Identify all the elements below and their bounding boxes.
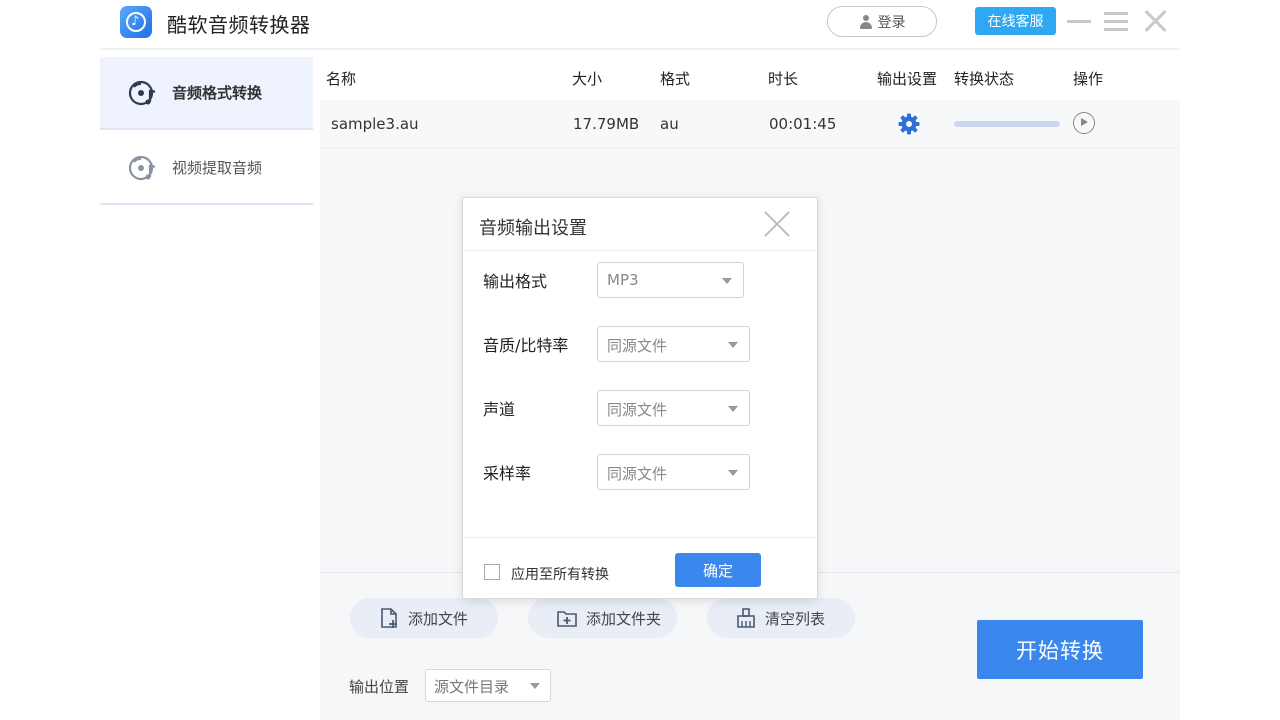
add-file-icon (378, 607, 400, 629)
play-icon[interactable] (1073, 112, 1095, 134)
sidebar-item-label: 视频提取音频 (172, 159, 263, 177)
sidebar-item-label: 音频格式转换 (172, 84, 263, 102)
app-title: 酷软音频转换器 (167, 13, 311, 37)
clear-list-button[interactable]: 清空列表 (707, 598, 855, 638)
disc-music-icon (128, 78, 158, 108)
channel-label: 声道 (483, 400, 516, 419)
file-size: 17.79MB (573, 115, 640, 133)
channel-select[interactable]: 同源文件 (597, 390, 750, 426)
menu-icon[interactable] (1103, 10, 1129, 34)
dialog-header: 音频输出设置 (463, 198, 817, 251)
output-location-value: 源文件目录 (434, 678, 510, 696)
apply-all-label: 应用至所有转换 (511, 567, 609, 583)
output-format-label: 输出格式 (483, 272, 548, 291)
apply-all-checkbox[interactable] (484, 564, 500, 580)
output-format-value: MP3 (607, 271, 639, 289)
audio-output-settings-dialog: 音频输出设置 输出格式 MP3 音质/比特率 同源文件 声道 同源文件 采样率 … (462, 197, 818, 599)
bitrate-value: 同源文件 (607, 337, 668, 355)
col-output: 输出设置 (877, 70, 938, 88)
sample-rate-label: 采样率 (483, 464, 532, 483)
add-folder-button[interactable]: 添加文件夹 (528, 598, 677, 638)
conversion-progress-bar (954, 121, 1060, 127)
sidebar-item-video-extract[interactable]: 视频提取音频 (100, 132, 313, 205)
output-location-select[interactable]: 源文件目录 (425, 669, 551, 702)
add-file-label: 添加文件 (408, 609, 469, 628)
sidebar: 音频格式转换 视频提取音频 (100, 55, 313, 720)
col-name: 名称 (326, 70, 357, 88)
file-duration: 00:01:45 (769, 115, 837, 133)
app-logo-icon: ♪ (120, 6, 152, 38)
bitrate-select[interactable]: 同源文件 (597, 326, 750, 362)
user-icon (859, 14, 873, 29)
chevron-down-icon (728, 342, 738, 348)
confirm-button[interactable]: 确定 (675, 553, 761, 587)
sample-rate-value: 同源文件 (607, 465, 668, 483)
add-folder-label: 添加文件夹 (586, 609, 662, 628)
col-status: 转换状态 (954, 70, 1015, 88)
login-button[interactable]: 登录 (827, 6, 937, 37)
bitrate-label: 音质/比特率 (483, 336, 569, 355)
chevron-down-icon (530, 683, 540, 689)
output-format-select[interactable]: MP3 (597, 262, 744, 298)
close-icon[interactable] (763, 210, 791, 238)
col-action: 操作 (1073, 70, 1104, 88)
dialog-footer: 应用至所有转换 确定 (463, 537, 817, 599)
online-service-button[interactable]: 在线客服 (975, 7, 1056, 35)
gear-icon[interactable] (897, 112, 921, 136)
col-format: 格式 (660, 70, 691, 88)
close-window-icon[interactable] (1143, 9, 1167, 33)
login-label: 登录 (877, 14, 906, 31)
minimize-icon[interactable] (1066, 10, 1092, 32)
chevron-down-icon (728, 470, 738, 476)
table-header: 名称 大小 格式 时长 输出设置 转换状态 操作 (320, 55, 1180, 100)
col-size: 大小 (572, 70, 603, 88)
broom-icon (735, 607, 757, 629)
disc-video-icon (128, 153, 158, 183)
channel-value: 同源文件 (607, 401, 668, 419)
add-file-button[interactable]: 添加文件 (350, 598, 498, 638)
chevron-down-icon (722, 278, 732, 284)
sample-rate-select[interactable]: 同源文件 (597, 454, 750, 490)
add-folder-icon (556, 607, 578, 629)
file-format: au (660, 115, 679, 133)
title-bar: ♪ 酷软音频转换器 登录 在线客服 (100, 0, 1180, 50)
col-duration: 时长 (768, 70, 799, 88)
sidebar-item-audio-convert[interactable]: 音频格式转换 (100, 57, 313, 130)
dialog-title: 音频输出设置 (479, 218, 587, 239)
clear-list-label: 清空列表 (765, 609, 826, 628)
file-name: sample3.au (331, 115, 419, 133)
table-row[interactable]: sample3.au 17.79MB au 00:01:45 (320, 100, 1180, 148)
chevron-down-icon (728, 406, 738, 412)
output-location-label: 输出位置 (349, 678, 410, 696)
start-convert-button[interactable]: 开始转换 (977, 620, 1143, 679)
